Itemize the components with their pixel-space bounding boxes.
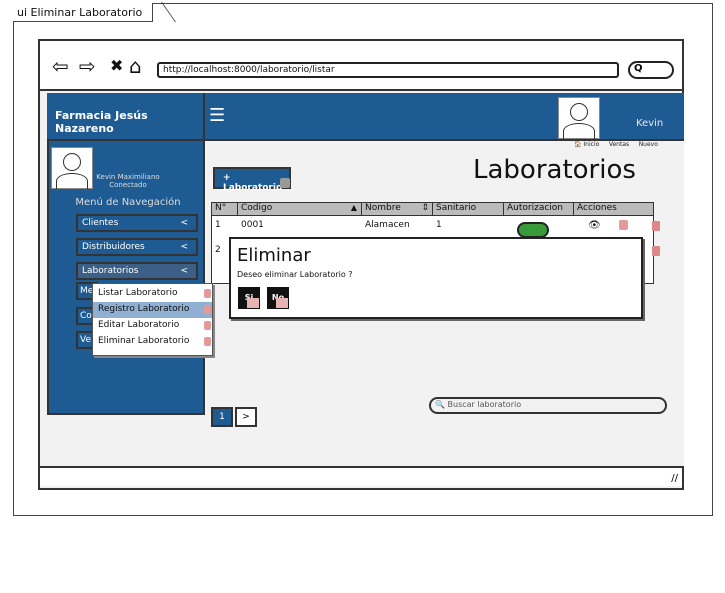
edit-icon[interactable] [619,220,628,230]
sidebar-item-label: Clientes [82,218,119,228]
chevron-left-icon: < [180,218,188,228]
submenu-item-editar[interactable]: Editar Laboratorio [93,318,212,334]
sidebar-item-label: Laboratorios [82,266,139,276]
hamburger-icon[interactable]: ☰ [209,105,225,126]
submenu-item-label: Registro Laboratorio [98,304,190,314]
table-cell: 1 [215,220,221,230]
table-search-input[interactable]: 🔍 Buscar laboratorio [429,397,667,414]
col-header-autorizacion: Autorizacion [504,203,574,216]
confirm-no-button[interactable]: No [267,287,289,309]
hand-icon [276,298,288,308]
page-next-button[interactable]: > [235,407,257,427]
autorizacion-toggle[interactable] [517,222,549,238]
header-username[interactable]: Kevin [636,118,663,129]
browser-search[interactable]: Q [628,61,674,79]
url-bar[interactable]: http://localhost:8000/laboratorio/listar [157,62,619,78]
cursor-icon [280,178,290,188]
delete-icon[interactable] [652,246,660,256]
stop-icon[interactable]: ✖ [110,56,123,76]
browser-window: ⇦ ⇨ ✖ ⌂ http://localhost:8000/laboratori… [38,39,684,490]
page-title: Laboratorios [473,155,636,185]
modal-text: Deseo eliminar Laboratorio ? [237,270,353,279]
add-button-label: + Laboratorio [223,173,283,193]
sidebar-user-status: Conectado [109,181,147,189]
submenu-item-label: Listar Laboratorio [98,288,178,298]
list-icon [204,289,211,298]
sidebar-user-name: Kevin Maximiliano [96,173,160,181]
submenu-item-eliminar[interactable]: Eliminar Laboratorio [93,334,212,350]
col-header-n: N° [212,203,238,216]
table-cell: 0001 [241,220,264,230]
brand-title[interactable]: Farmacia Jesús Nazareno [47,93,205,139]
home-icon[interactable]: ⌂ [129,56,142,76]
back-icon[interactable]: ⇦ [52,56,69,76]
confirm-yes-button[interactable]: Si [238,287,260,309]
home-icon: 🏠 [574,141,582,148]
modal-title: Eliminar [237,245,311,266]
sidebar-item-distribuidores[interactable]: Distribuidores < [76,238,198,256]
sidebar: Kevin Maximiliano Conectado Menú de Nave… [47,141,205,415]
sidebar-user: Kevin Maximiliano Conectado [93,173,163,189]
sidebar-item-laboratorios[interactable]: Laboratorios < [76,262,198,280]
col-header-label: Nombre [365,203,401,213]
col-header-nombre[interactable]: Nombre ⇕ [362,203,433,216]
forward-icon[interactable]: ⇨ [79,56,96,76]
delete-modal: Eliminar Deseo eliminar Laboratorio ? Si… [229,237,643,319]
search-icon: 🔍 [435,400,445,409]
table-cell: 1 [436,220,442,230]
submenu-item-registro[interactable]: Registro Laboratorio [93,302,212,318]
col-header-label: Codigo [241,203,273,213]
search-placeholder: Buscar laboratorio [447,400,522,409]
laboratorios-submenu: Listar Laboratorio Registro Laboratorio … [92,283,213,356]
chevron-left-icon: < [180,242,188,252]
breadcrumb-ventas[interactable]: Ventas [609,141,629,148]
breadcrumb-nuevo[interactable]: Nuevo [639,141,658,148]
hand-icon [247,298,259,308]
browser-toolbar: ⇦ ⇨ ✖ ⌂ http://localhost:8000/laboratori… [40,41,682,91]
window-title: ui Eliminar Laboratorio [13,3,154,22]
col-header-codigo[interactable]: Codigo ▲ [238,203,362,216]
sidebar-item-clientes[interactable]: Clientes < [76,214,198,232]
delete-icon[interactable] [652,221,660,231]
table-cell: Alamacen [365,220,410,230]
menu-title: Menú de Navegación [75,197,181,208]
submenu-item-listar[interactable]: Listar Laboratorio [93,286,212,302]
table-cell: 2 [215,245,221,255]
add-icon [204,305,211,314]
chevron-left-icon: < [180,266,188,276]
app-header: Farmacia Jesús Nazareno ☰ Kevin [47,93,684,141]
breadcrumb-inicio[interactable]: Inicio [583,141,599,148]
sort-icon: ⇕ [421,203,429,213]
add-laboratorio-button[interactable]: + Laboratorio [213,167,291,193]
page-button-1[interactable]: 1 [211,407,233,427]
view-icon[interactable]: 👁 [585,218,604,234]
resize-handle-icon[interactable]: // [671,473,678,484]
col-header-acciones: Acciones [574,203,653,216]
search-icon: Q [634,63,643,74]
sidebar-item-label: Distribuidores [82,242,145,252]
edit-icon [204,321,211,330]
breadcrumb: 🏠 Inicio Ventas Nuevo [574,141,658,148]
submenu-item-label: Eliminar Laboratorio [98,336,190,346]
submenu-item-label: Editar Laboratorio [98,320,180,330]
delete-icon [204,337,211,346]
sidebar-avatar [51,147,93,189]
header-avatar[interactable] [558,97,600,139]
col-header-sanitario: Sanitario [433,203,504,216]
status-bar: // [40,466,682,486]
sort-up-icon: ▲ [350,203,357,212]
